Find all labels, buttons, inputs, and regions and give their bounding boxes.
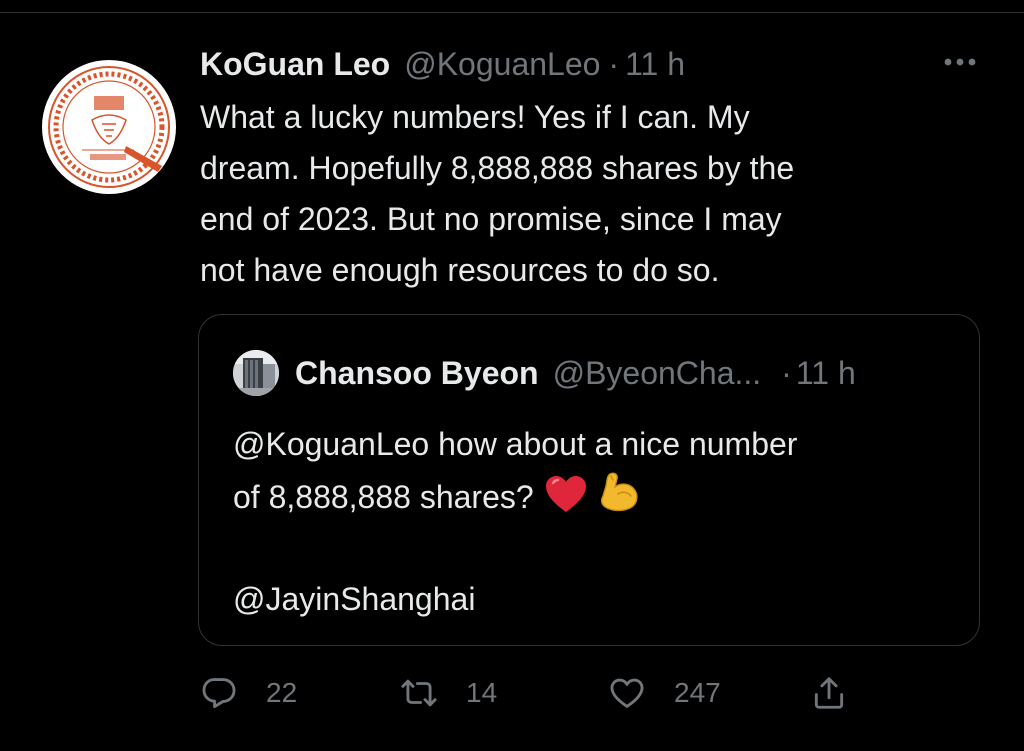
quoted-tweet-header: Chansoo Byeon @ByeonCha... · 11 h bbox=[233, 350, 856, 396]
quoted-mention-link[interactable]: @JayinShanghai bbox=[233, 574, 953, 625]
seal-emblem-icon bbox=[48, 66, 170, 188]
more-options-button[interactable] bbox=[932, 46, 988, 78]
quoted-tweet-timestamp: 11 h bbox=[795, 354, 856, 391]
building-photo-icon bbox=[233, 350, 279, 396]
author-display-name[interactable]: KoGuan Leo bbox=[200, 46, 390, 83]
reply-count: 22 bbox=[266, 677, 298, 708]
quoted-tweet-card[interactable]: Chansoo Byeon @ByeonCha... · 11 h @Kogua… bbox=[198, 314, 980, 646]
quoted-text-line-with-emoji: of 8,888,888 shares? bbox=[233, 470, 953, 523]
tweet-text-line: dream. Hopefully 8,888,888 shares by the bbox=[200, 150, 795, 186]
like-button[interactable]: 247 bbox=[608, 668, 721, 718]
reply-icon bbox=[202, 678, 236, 709]
quoted-tweet-text: @KoguanLeo how about a nice number of 8,… bbox=[233, 419, 953, 625]
tweet-text-line: What a lucky numbers! Yes if I can. My bbox=[200, 99, 750, 135]
tweet-text-line: not have enough resources to do so. bbox=[200, 252, 720, 288]
red-heart-emoji bbox=[544, 474, 588, 514]
quoted-text-fragment: of 8,888,888 shares? bbox=[233, 479, 534, 515]
share-button[interactable] bbox=[810, 668, 848, 718]
quoted-author-display-name: Chansoo Byeon bbox=[295, 354, 539, 391]
quoted-author-handle: @ByeonCha... bbox=[552, 354, 762, 391]
heart-icon bbox=[610, 678, 644, 708]
author-avatar[interactable] bbox=[42, 60, 176, 194]
reply-button[interactable]: 22 bbox=[200, 668, 297, 718]
tweet-text-line: end of 2023. But no promise, since I may bbox=[200, 201, 782, 237]
flexed-biceps-emoji bbox=[598, 470, 642, 514]
header-separator: · bbox=[608, 45, 620, 82]
tweet-action-bar: 22 14 247 bbox=[200, 668, 900, 718]
tweet-timestamp[interactable]: 11 h bbox=[625, 46, 685, 83]
tweet-text: What a lucky numbers! Yes if I can. My d… bbox=[200, 92, 980, 296]
author-handle[interactable]: @KoguanLeo bbox=[404, 46, 600, 83]
quoted-author-avatar bbox=[233, 350, 279, 396]
quoted-header-separator: · bbox=[781, 354, 792, 391]
quoted-text-line: @KoguanLeo how about a nice number bbox=[233, 426, 798, 462]
like-count: 247 bbox=[674, 677, 721, 708]
top-divider bbox=[0, 12, 1024, 13]
more-horizontal-icon bbox=[944, 58, 976, 66]
retweet-icon bbox=[401, 679, 437, 707]
share-icon bbox=[814, 677, 844, 709]
tweet-screen: KoGuan Leo @KoguanLeo · 11 h What a luck… bbox=[0, 0, 1024, 751]
tweet-header: KoGuan Leo @KoguanLeo · 11 h bbox=[200, 42, 685, 86]
retweet-button[interactable]: 14 bbox=[400, 668, 497, 718]
retweet-count: 14 bbox=[466, 677, 498, 708]
